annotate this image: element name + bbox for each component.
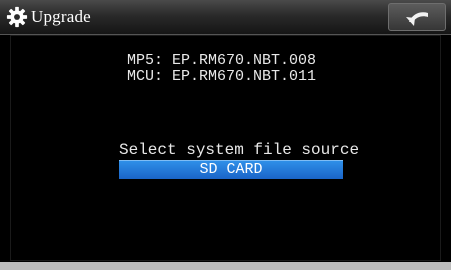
upgrade-screen: Upgrade MP5: EP.RM670.NBT.008 MCU: EP.RM… <box>0 0 451 270</box>
title-bar: Upgrade <box>0 0 451 35</box>
gear-icon <box>6 6 28 28</box>
mp5-version: MP5: EP.RM670.NBT.008 <box>127 52 317 69</box>
back-arrow-icon <box>406 12 428 26</box>
mcu-version: MCU: EP.RM670.NBT.011 <box>127 68 317 85</box>
sd-card-option[interactable]: SD CARD <box>119 160 343 179</box>
back-button[interactable] <box>388 3 446 31</box>
bottom-strip <box>0 262 451 270</box>
upgrade-panel: MP5: EP.RM670.NBT.008 MCU: EP.RM670.NBT.… <box>10 35 441 261</box>
page-title: Upgrade <box>31 7 91 26</box>
source-select-label: Select system file source <box>119 141 360 159</box>
